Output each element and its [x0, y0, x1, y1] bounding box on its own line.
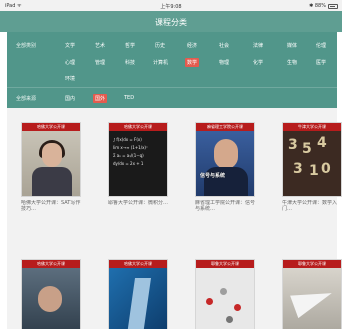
page-title: 课程分类 [155, 18, 187, 27]
course-card[interactable]: 耶鲁大学公开课 [195, 259, 255, 329]
filter-category[interactable]: 艺术 [95, 42, 105, 49]
filter-category[interactable]: 医学 [316, 59, 326, 66]
course-banner: 麻省理工学院公开课 [196, 123, 254, 131]
course-description: 麻省理工学院公开课：信号与系统… [195, 200, 255, 212]
cover-image [22, 268, 80, 329]
cover-image: ∫ f(x)dx = F(x) lim x→∞ (1+1/x)ˣ Σ aₙ = … [109, 131, 167, 196]
course-cover: 耶鲁大学公开课 [195, 259, 255, 329]
course-description: 牛津大学公开课：数学入门… [282, 200, 338, 212]
filter-category[interactable]: 环境 [65, 75, 75, 82]
filter-all-sources[interactable]: 全部来源 [16, 95, 36, 102]
filter-source[interactable]: TED [124, 95, 134, 101]
course-banner: 耶鲁大学公开课 [196, 260, 254, 268]
filter-category[interactable]: 历史 [155, 42, 165, 49]
filter-source-active[interactable]: 国外 [93, 94, 108, 103]
navigation-bar: 课程分类 [0, 11, 342, 32]
filter-category[interactable]: 经济 [187, 42, 197, 49]
battery-text: ✱ 88% [309, 3, 326, 9]
cover-image [196, 268, 254, 329]
filter-category-active[interactable]: 数学 [185, 58, 200, 67]
cover-title: 信号与系统 [200, 173, 226, 179]
filter-category[interactable]: 哲学 [125, 42, 135, 49]
filter-category[interactable]: 物理 [219, 59, 229, 66]
filter-category[interactable]: 管理 [95, 59, 105, 66]
course-cover: 耶鲁大学公开课 [282, 259, 342, 329]
course-description: 耶鲁大学公开课：微积分… [108, 200, 168, 206]
filter-all-categories[interactable]: 全部类别 [16, 42, 36, 49]
course-banner: 哈佛大学公开课 [109, 123, 167, 131]
filter-category[interactable]: 科技 [125, 59, 135, 66]
filter-category[interactable]: 生物 [287, 59, 297, 66]
course-cover: 牛津大学公开课 3 5 4 3 1 0 [282, 122, 342, 197]
filter-category[interactable]: 计算机 [153, 59, 168, 66]
cover-image [109, 268, 167, 329]
course-card[interactable]: 耶鲁大学公开课 [282, 259, 342, 329]
course-banner: 哈佛大学公开课 [22, 123, 80, 131]
filter-category[interactable]: 伦理 [316, 42, 326, 49]
filter-category[interactable]: 法律 [253, 42, 263, 49]
filter-category[interactable]: 媒体 [287, 42, 297, 49]
course-cover: 哈佛大学公开课 [21, 122, 81, 197]
filter-divider [7, 87, 337, 88]
cover-image [283, 268, 341, 329]
filter-category[interactable]: 心理 [65, 59, 75, 66]
course-card[interactable]: 哈佛大学公开课 [21, 259, 81, 329]
course-banner: 牛津大学公开课 [283, 123, 341, 131]
course-cover: 哈佛大学公开课 ∫ f(x)dx = F(x) lim x→∞ (1+1/x)ˣ… [108, 122, 168, 197]
course-banner: 哈佛大学公开课 [22, 260, 80, 268]
battery-group: ✱ 88% [309, 3, 338, 9]
cover-image: 3 5 4 3 1 0 [283, 131, 341, 196]
course-card[interactable]: 牛津大学公开课 3 5 4 3 1 0 牛津大学公开课：数学入门… [282, 122, 342, 212]
filter-category[interactable]: 化学 [253, 59, 263, 66]
course-cover: 哈佛大学公开课 [108, 259, 168, 329]
course-grid: 哈佛大学公开课 哈佛大学公开课：SAT写作技巧… 哈佛大学公开课 ∫ f(x)d… [7, 108, 342, 329]
filter-source[interactable]: 国内 [65, 95, 75, 102]
course-cover: 麻省理工学院公开课 信号与系统 [195, 122, 255, 197]
filter-panel: 全部类别 文学 艺术 哲学 历史 经济 社会 法律 媒体 伦理 心理 管理 科技… [7, 32, 337, 108]
cover-image [22, 131, 80, 196]
course-card[interactable]: 麻省理工学院公开课 信号与系统 麻省理工学院公开课：信号与系统… [195, 122, 255, 212]
filter-category[interactable]: 文学 [65, 42, 75, 49]
filter-category[interactable]: 社会 [219, 42, 229, 49]
cover-image: 信号与系统 [196, 131, 254, 196]
course-banner: 哈佛大学公开课 [109, 260, 167, 268]
battery-icon [328, 3, 338, 9]
course-card[interactable]: 哈佛大学公开课 ∫ f(x)dx = F(x) lim x→∞ (1+1/x)ˣ… [108, 122, 168, 212]
course-description: 哈佛大学公开课：SAT写作技巧… [21, 200, 81, 212]
course-card[interactable]: 哈佛大学公开课 哈佛大学公开课：SAT写作技巧… [21, 122, 81, 212]
course-cover: 哈佛大学公开课 [21, 259, 81, 329]
course-card[interactable]: 哈佛大学公开课 [108, 259, 168, 329]
course-banner: 耶鲁大学公开课 [283, 260, 341, 268]
clock: 上午9:08 [160, 4, 182, 10]
status-bar: iPad ᯤ 上午9:08 ✱ 88% [0, 0, 342, 11]
